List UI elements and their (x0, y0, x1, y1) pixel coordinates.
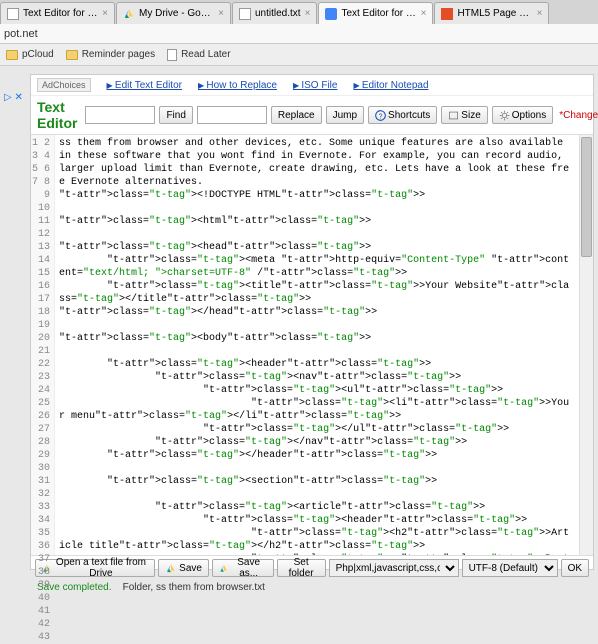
close-icon[interactable]: × (102, 8, 108, 19)
size-button[interactable]: Size (441, 106, 487, 124)
folder-icon (66, 50, 78, 60)
replace-input[interactable] (197, 106, 267, 124)
code-area[interactable]: ss them from browser and other devices, … (55, 135, 579, 555)
tab-label: My Drive - Google Drive (139, 8, 214, 19)
saveas-label: Save as... (231, 557, 267, 579)
code-editor[interactable]: 1 2 3 4 5 6 7 8 9 10 11 12 13 14 15 16 1… (31, 135, 593, 555)
encoding-select[interactable]: UTF-8 (Default) (462, 559, 558, 577)
tab-label: Text Editor for Drive - Chr (23, 8, 98, 19)
shortcuts-label: Shortcuts (388, 110, 430, 121)
close-icon[interactable]: × (305, 8, 311, 19)
status-folder: Folder, ss them from browser.txt (123, 582, 265, 593)
jump-button[interactable]: Jump (326, 106, 364, 124)
vertical-scrollbar[interactable] (579, 135, 593, 555)
page-icon (325, 8, 337, 20)
editor-app: AdChoices Edit Text Editor How to Replac… (30, 74, 594, 570)
url-bar[interactable]: pot.net (0, 24, 598, 44)
close-icon[interactable]: × (537, 8, 543, 19)
drive-icon (219, 563, 229, 574)
editor-toolbar: Text Editor Find Replace Jump ? Shortcut… (31, 96, 593, 135)
open-drive-button[interactable]: Open a text file from Drive (35, 559, 155, 577)
bookmark-readlater[interactable]: Read Later (167, 49, 230, 61)
line-gutter: 1 2 3 4 5 6 7 8 9 10 11 12 13 14 15 16 1… (31, 135, 55, 555)
help-icon: ? (375, 110, 386, 121)
browser-tab-3[interactable]: Text Editor for Google Dri × (318, 2, 433, 24)
page-icon (7, 8, 19, 20)
ad-control[interactable]: ▷ ✕ (4, 92, 23, 103)
status-bar: Save completed. Folder, ss them from bro… (31, 580, 593, 595)
page-icon (167, 49, 177, 61)
language-select[interactable]: Php|xml,javascript,css,c (329, 559, 459, 577)
ok-button[interactable]: OK (561, 559, 589, 577)
saveas-button[interactable]: Save as... (212, 559, 274, 577)
ad-link-row: AdChoices Edit Text Editor How to Replac… (31, 75, 593, 96)
tab-label: HTML5 Page Structure | C (457, 8, 532, 19)
gear-icon (499, 110, 510, 121)
svg-text:?: ? (379, 113, 383, 120)
browser-tab-4[interactable]: HTML5 Page Structure | C × (434, 2, 549, 24)
setfolder-button[interactable]: Set folder (277, 559, 326, 577)
bookmark-label: pCloud (22, 49, 54, 60)
url-text: pot.net (4, 28, 38, 40)
save-label: Save (179, 563, 202, 574)
ad-link-1[interactable]: Edit Text Editor (107, 80, 182, 91)
size-label: Size (461, 110, 480, 121)
bookmark-label: Read Later (181, 49, 230, 60)
browser-tab-0[interactable]: Text Editor for Drive - Chr × (0, 2, 115, 24)
find-button[interactable]: Find (159, 106, 192, 124)
bookmark-reminder[interactable]: Reminder pages (66, 49, 155, 60)
drive-icon (123, 8, 135, 20)
browser-tab-2[interactable]: untitled.txt × (232, 2, 317, 24)
size-icon (448, 110, 459, 121)
bookmark-label: Reminder pages (82, 49, 155, 60)
adchoices-tag[interactable]: AdChoices (37, 78, 91, 92)
app-title: Text Editor (37, 99, 77, 131)
save-button[interactable]: Save (158, 559, 209, 577)
replace-button[interactable]: Replace (271, 106, 322, 124)
open-label: Open a text file from Drive (54, 557, 148, 579)
options-label: Options (512, 110, 546, 121)
ad-link-4[interactable]: Editor Notepad (353, 80, 428, 91)
html-icon (441, 8, 453, 20)
find-input[interactable] (85, 106, 155, 124)
scroll-thumb[interactable] (581, 137, 592, 257)
changed-indicator: *Changed (559, 110, 598, 121)
drive-icon (165, 563, 177, 574)
close-icon[interactable]: × (218, 8, 224, 19)
options-button[interactable]: Options (492, 106, 553, 124)
browser-tab-1[interactable]: My Drive - Google Drive × (116, 2, 231, 24)
close-icon[interactable]: × (421, 8, 427, 19)
tab-label: untitled.txt (255, 8, 301, 19)
page-icon (239, 8, 251, 20)
tab-label: Text Editor for Google Dri (341, 8, 416, 19)
shortcuts-button[interactable]: ? Shortcuts (368, 106, 437, 124)
bookmark-bar: pCloud Reminder pages Read Later (0, 44, 598, 66)
browser-tab-strip: Text Editor for Drive - Chr × My Drive -… (0, 0, 598, 24)
folder-icon (6, 50, 18, 60)
sidebar-ad: ▷ ✕ (4, 90, 23, 103)
bookmark-pcloud[interactable]: pCloud (6, 49, 54, 60)
ad-link-3[interactable]: ISO File (293, 80, 338, 91)
ad-link-2[interactable]: How to Replace (198, 80, 277, 91)
